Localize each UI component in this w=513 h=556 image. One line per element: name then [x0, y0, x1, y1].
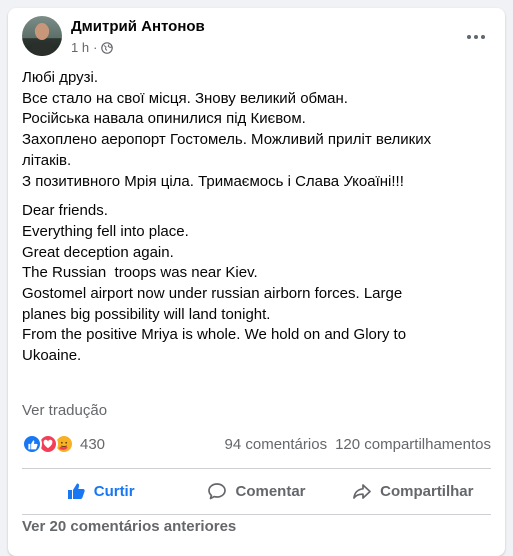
post-paragraph-en: Dear friends. Everything fell into place… [22, 201, 491, 367]
meta-separator: · [93, 40, 98, 55]
post-paragraph-uk: Любі друзі. Все стало на свої місця. Зно… [22, 68, 491, 192]
post-line: Dear friends. [22, 202, 108, 220]
post-line: The Russian troops was near Kiev. [22, 264, 258, 282]
reaction-summary[interactable]: 430 [22, 434, 105, 454]
share-button[interactable]: Compartilhar [335, 471, 491, 511]
comment-icon [208, 483, 227, 500]
reaction-count: 430 [80, 435, 106, 453]
avatar-shirt [28, 42, 56, 56]
thumbs-up-icon [67, 483, 85, 499]
post-line: Everything fell into place. [22, 222, 189, 240]
post-line: літаків. [22, 151, 72, 169]
post-line: planes big possibility will land tonight… [22, 305, 271, 323]
action-bar: Curtir Comentar Compartilhar [22, 471, 491, 511]
post-line: Захоплено аеропорт Гостомель. Можливий п… [22, 131, 432, 149]
divider [22, 514, 491, 515]
author-name[interactable]: Дмитрий Антонов [71, 18, 205, 35]
post-meta: 1 h · [71, 40, 114, 55]
stats-right: 94 comentários 120 compartilhamentos [225, 436, 491, 453]
avatar[interactable] [22, 16, 62, 56]
like-label: Curtir [93, 482, 135, 500]
more-dot-icon [467, 35, 471, 39]
post-line: Gostomel airport now under russian airbo… [22, 285, 403, 303]
post-line: Російська навала опинилися під Києвом. [22, 110, 306, 128]
shares-count[interactable]: 120 compartilhamentos [335, 436, 491, 453]
globe-icon[interactable] [101, 41, 114, 54]
post-time[interactable]: 1 h [71, 40, 89, 55]
more-dot-icon [474, 35, 478, 39]
divider [22, 468, 491, 469]
comments-count[interactable]: 94 comentários [225, 436, 328, 453]
post-stats: 430 94 comentários 120 compartilhamentos [22, 432, 491, 456]
see-translation-link[interactable]: Ver tradução [22, 402, 107, 419]
comment-label: Comentar [235, 482, 306, 500]
post-line: Great deception again. [22, 243, 174, 261]
more-options-button[interactable] [461, 22, 491, 52]
share-label: Compartilhar [380, 482, 474, 500]
post-body: Любі друзі. Все стало на свої місця. Зно… [22, 68, 491, 376]
avatar-head [35, 23, 49, 40]
share-icon [353, 484, 371, 499]
post-header: Дмитрий Антонов 1 h · [22, 16, 495, 60]
view-previous-comments-link[interactable]: Ver 20 comentários anteriores [22, 518, 236, 535]
post-line: Любі друзі. [22, 69, 98, 86]
post-card: Дмитрий Антонов 1 h · Любі друзі. Все ст… [8, 8, 505, 556]
post-line: Все стало на свої місця. Знову великий о… [22, 89, 348, 107]
like-icon [22, 434, 42, 454]
more-dot-icon [481, 35, 485, 39]
post-line: From the positive Mriya is whole. We hol… [22, 326, 407, 344]
comment-button[interactable]: Comentar [178, 471, 334, 511]
like-button[interactable]: Curtir [22, 471, 178, 511]
post-line: З позитивного Мрія ціла. Тримаємось і Сл… [22, 172, 404, 190]
post-line: Ukoaine. [22, 347, 82, 365]
